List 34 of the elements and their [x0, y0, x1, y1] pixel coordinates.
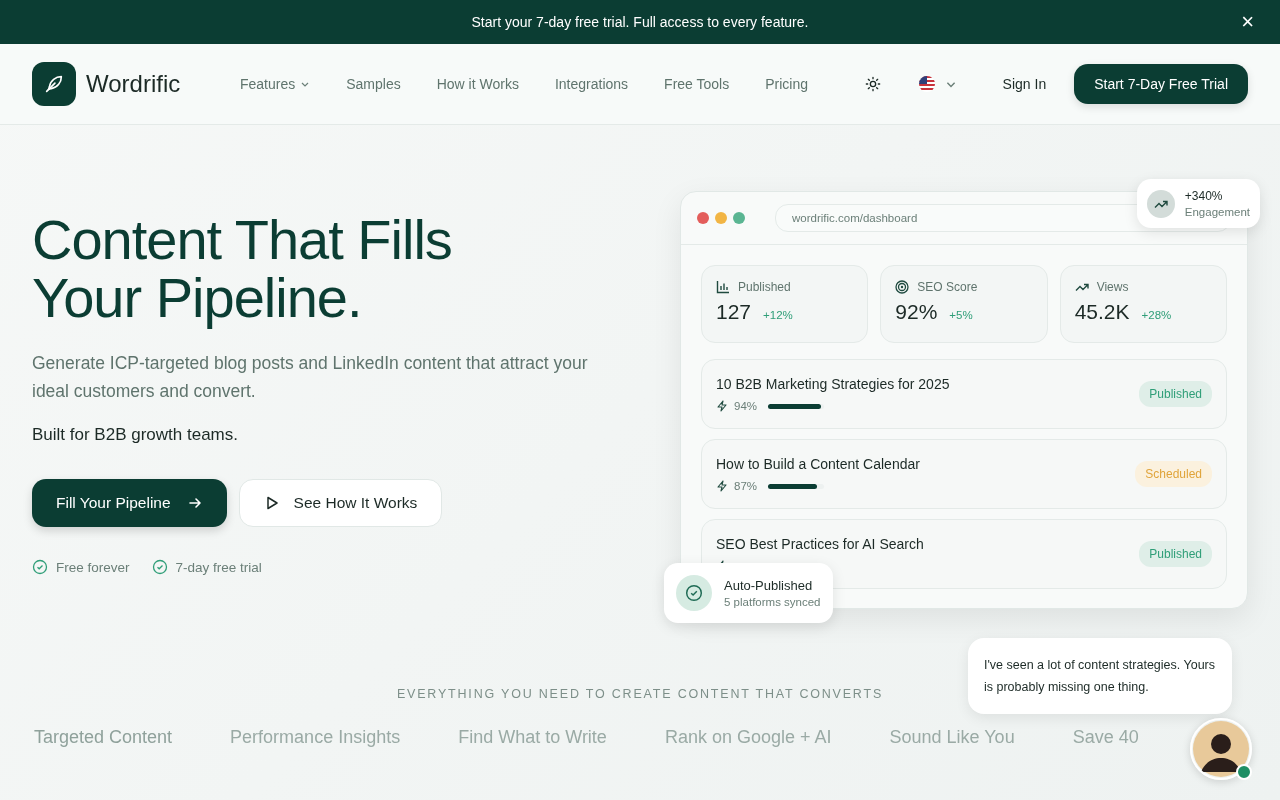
stat-value: 92%: [895, 300, 938, 324]
engagement-label: Engagement: [1184, 206, 1250, 218]
engagement-value: +340%: [1184, 189, 1224, 203]
perk-text: 7-day free trial: [175, 559, 262, 575]
feature-label: Targeted Content: [34, 727, 173, 748]
hero-heading: Content That Fills Your Pipeline.: [32, 211, 453, 327]
stat-change: +5%: [949, 309, 973, 321]
status-badge: Published: [1139, 541, 1212, 567]
toast-detail: 5 platforms synced: [724, 596, 821, 608]
status-badge: Published: [1139, 381, 1212, 407]
feature-label: Save 40: [1072, 727, 1139, 748]
chat-bubble: I've seen a lot of content strategies. Yours is probably missing one thing.: [968, 638, 1232, 714]
article-title: 10 B2B Marketing Strategies for 2025: [716, 376, 950, 392]
score-text: 87%: [734, 480, 759, 492]
hero-subtitle: Generate ICP-targeted blog posts and LinkedIn content that attract your ideal customers and convert.: [32, 352, 589, 403]
feature-label: Sound Like You: [889, 727, 1015, 748]
perk-text: Free forever: [56, 559, 130, 575]
features-heading: EVERYTHING YOU NEED TO CREATE CONTENT THAT CONVERTS: [396, 687, 884, 701]
feature-label: Rank on Google + AI: [664, 727, 832, 748]
stat-label: SEO Score: [917, 280, 978, 294]
score-text: 94%: [734, 400, 759, 412]
feature-label: Performance Insights: [230, 727, 401, 748]
stat-value: 127: [716, 300, 752, 324]
hero-tagline: Built for B2B growth teams.: [32, 425, 239, 445]
status-badge: Scheduled: [1135, 461, 1212, 487]
stat-value: 45.2K: [1074, 300, 1130, 324]
stat-change: +12%: [763, 309, 793, 321]
banner-text: Start your 7-day free trial. Full access to every feature.: [471, 14, 809, 30]
feature-label: Find What to Write: [458, 727, 607, 748]
article-title: How to Build a Content Calendar: [716, 456, 920, 472]
stat-change: +28%: [1141, 309, 1172, 321]
article-title: SEO Best Practices for AI Search: [716, 536, 924, 552]
stat-label: Published: [738, 280, 791, 294]
stat-label: Views: [1096, 280, 1129, 294]
